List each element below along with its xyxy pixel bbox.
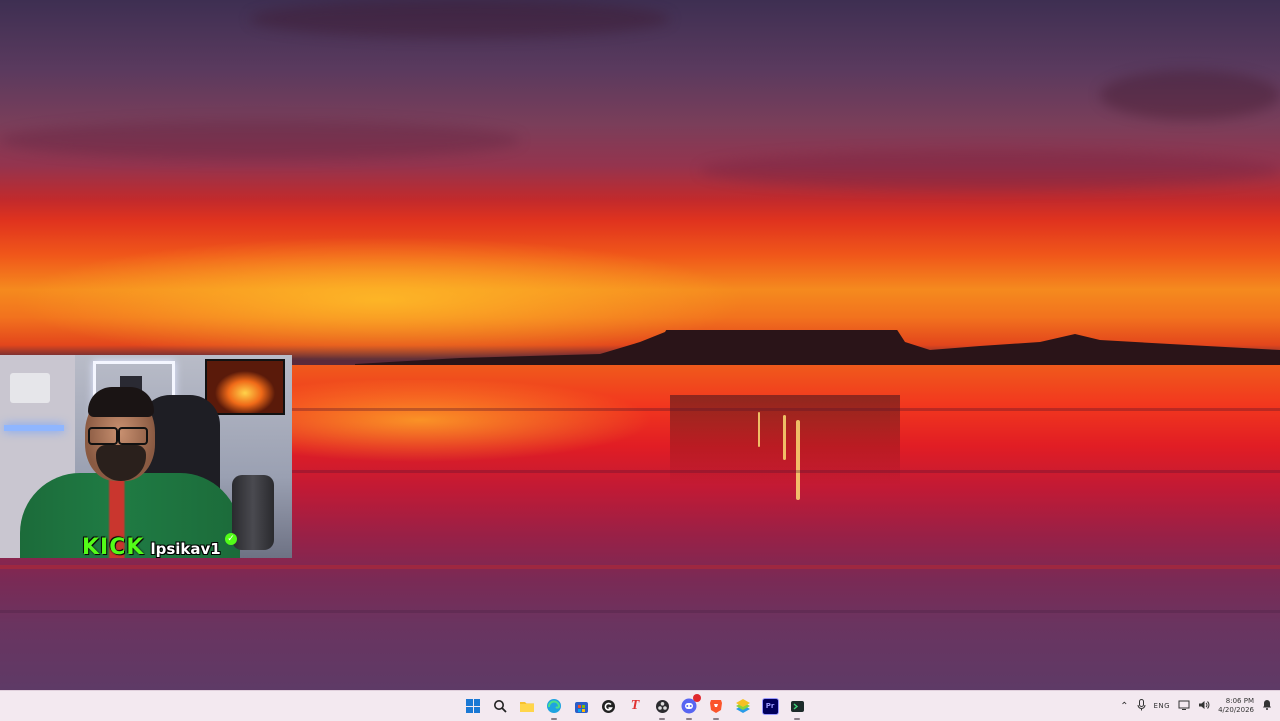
g-circle-app-button[interactable] <box>597 695 619 717</box>
store-button[interactable] <box>570 695 592 717</box>
microphone-icon[interactable] <box>1137 698 1146 714</box>
obs-button[interactable] <box>651 695 673 720</box>
t-icon: T <box>630 698 640 713</box>
terminal-icon <box>790 700 804 712</box>
start-button[interactable] <box>462 695 484 717</box>
kick-handle: lpsikav1 <box>150 540 221 558</box>
folder-icon <box>520 702 534 712</box>
g-circle-icon <box>601 699 615 713</box>
brave-lion-icon <box>710 700 722 713</box>
discord-button[interactable] <box>678 694 701 720</box>
terminal-button[interactable] <box>786 695 808 720</box>
language-indicator[interactable]: ENG <box>1154 702 1171 710</box>
network-icon[interactable] <box>1178 700 1190 713</box>
chevron-up-icon[interactable]: ⌃ <box>1120 701 1128 712</box>
clock[interactable]: 8:06 PM 4/20/2026 <box>1218 697 1254 715</box>
clock-date: 4/20/2026 <box>1218 706 1254 714</box>
taskbar-apps: T Pr <box>462 691 808 721</box>
premiere-icon: Pr <box>761 697 779 715</box>
notification-badge <box>693 694 701 702</box>
volume-icon[interactable] <box>1198 700 1210 713</box>
bluestacks-icon <box>736 698 750 713</box>
microphone <box>232 475 274 550</box>
windows-icon <box>466 699 480 713</box>
file-explorer-button[interactable] <box>516 695 538 717</box>
clock-time: 8:06 PM <box>1225 697 1254 705</box>
verified-check-icon: ✓ <box>225 533 237 545</box>
glasses <box>84 427 150 445</box>
desktop-wallpaper <box>0 0 1280 690</box>
kick-logo: KICK <box>82 535 145 559</box>
streamer-webcam: KICK lpsikav1 ✓ <box>0 355 292 558</box>
t-app-button[interactable]: T <box>624 695 646 717</box>
brave-button[interactable] <box>705 695 727 720</box>
edge-icon <box>547 699 561 713</box>
search-button[interactable] <box>489 695 511 717</box>
system-tray: ⌃ ENG 8:06 PM 4/20/2026 <box>1120 691 1280 721</box>
notification-center-icon[interactable] <box>1262 699 1272 713</box>
store-icon <box>574 701 588 713</box>
kick-overlay: KICK lpsikav1 <box>82 535 221 559</box>
bluestacks-button[interactable] <box>732 695 754 717</box>
premiere-button[interactable]: Pr <box>759 695 781 717</box>
fireplace-tv <box>205 359 285 415</box>
obs-icon <box>655 699 669 713</box>
taskbar: T Pr ⌃ ENG 8:06 PM 4/20/2026 <box>0 690 1280 721</box>
edge-button[interactable] <box>543 695 565 720</box>
search-icon <box>494 700 507 713</box>
